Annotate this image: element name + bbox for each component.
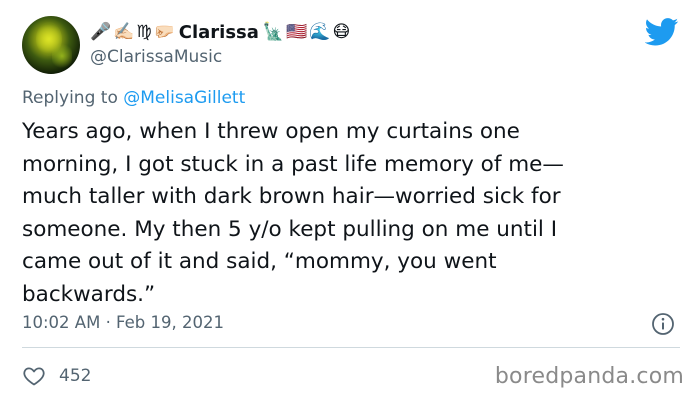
- twitter-bird-icon[interactable]: [645, 18, 679, 46]
- watermark: boredpanda.com: [494, 364, 684, 389]
- replying-to-label: Replying to: [22, 88, 124, 108]
- like-count: 452: [59, 366, 92, 386]
- tweet-text: Years ago, when I threw open my curtains…: [22, 119, 564, 307]
- tweet-timestamp[interactable]: 10:02 AM · Feb 19, 2021: [22, 313, 224, 332]
- fist-emoji: 🤛🏻: [153, 22, 175, 42]
- author-name-row[interactable]: 🎤 ✍🏻 ♍ 🤛🏻 Clarissa 🗽 🇺🇸 🌊 😷: [90, 20, 352, 44]
- virgo-emoji: ♍: [136, 22, 152, 42]
- face-mask-emoji: 😷: [332, 22, 351, 42]
- us-flag-emoji: 🇺🇸: [286, 22, 308, 42]
- statue-of-liberty-emoji: 🗽: [262, 22, 285, 42]
- wave-emoji: 🌊: [309, 22, 331, 42]
- reply-handle-link[interactable]: @MelisaGillett: [123, 88, 245, 108]
- writing-hand-emoji: ✍🏻: [113, 22, 135, 42]
- avatar-highlight-secondary: [52, 42, 72, 70]
- divider: [22, 347, 680, 348]
- microphone-emoji: 🎤: [90, 22, 112, 42]
- heart-icon: [23, 367, 45, 386]
- like-button[interactable]: 452: [22, 364, 91, 388]
- author-display-name[interactable]: Clarissa: [179, 22, 259, 43]
- replying-to-line: Replying to @MelisaGillett: [22, 88, 245, 108]
- author-handle[interactable]: @ClarissaMusic: [90, 47, 222, 67]
- avatar[interactable]: [22, 16, 80, 74]
- info-icon[interactable]: [651, 312, 675, 336]
